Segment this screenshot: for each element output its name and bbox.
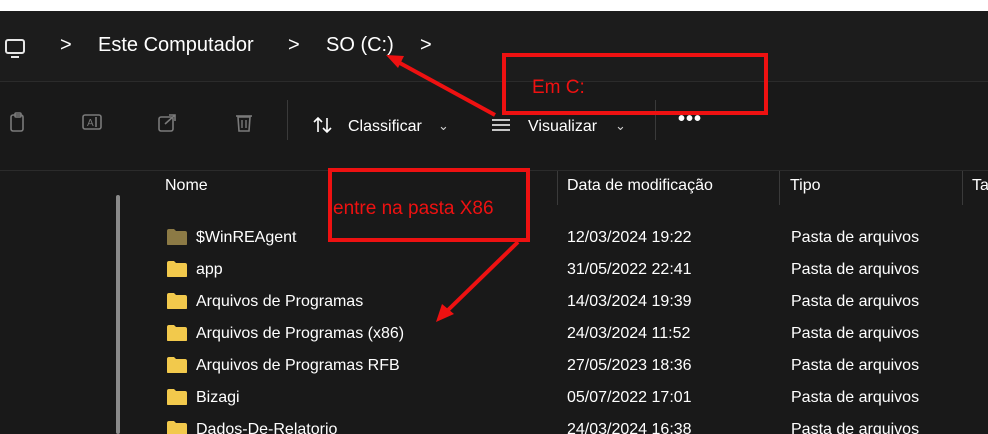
folder-icon xyxy=(167,421,187,434)
folder-icon xyxy=(167,293,187,309)
view-icon[interactable] xyxy=(490,116,512,134)
file-modified-date: 31/05/2022 22:41 xyxy=(567,261,692,278)
folder-icon xyxy=(167,389,187,405)
sort-icon[interactable] xyxy=(312,114,334,136)
file-type: Pasta de arquivos xyxy=(791,261,920,278)
file-modified-date: 05/07/2022 17:01 xyxy=(567,389,692,406)
file-modified-date: 12/03/2024 19:22 xyxy=(567,229,692,246)
sort-button[interactable]: Classificar xyxy=(348,118,422,136)
file-modified-date: 14/03/2024 19:39 xyxy=(567,293,692,310)
folder-icon xyxy=(167,357,187,373)
delete-icon[interactable] xyxy=(232,110,256,134)
address-bar[interactable]: > Este Computador > SO (C:) > xyxy=(0,11,988,81)
file-row[interactable]: Arquivos de Programas 14/03/2024 19:39 Pas… xyxy=(160,286,988,318)
command-bar: A Classificar ⌄ Visualizar ⌄ ••• xyxy=(0,82,988,171)
breadcrumb-chevron-icon[interactable]: > xyxy=(60,34,72,57)
file-name[interactable]: Arquivos de Programas (x86) xyxy=(196,325,404,343)
column-divider[interactable] xyxy=(557,171,558,205)
file-modified-date: 27/05/2023 18:36 xyxy=(567,357,692,374)
file-row[interactable]: Dados-De-Relatorio 24/03/2024 16:38 Pasta … xyxy=(160,414,988,434)
annotation-text-em-c: Em C: xyxy=(532,77,585,98)
file-type: Pasta de arquivos xyxy=(791,421,920,434)
rename-icon[interactable]: A xyxy=(80,110,104,134)
folder-icon xyxy=(167,325,187,341)
toolbar-divider xyxy=(287,100,288,140)
file-row[interactable]: Arquivos de Programas (x86) 24/03/2024 11… xyxy=(160,318,988,350)
file-modified-date: 24/03/2024 11:52 xyxy=(567,325,691,342)
file-row[interactable]: app 31/05/2022 22:41 Pasta de arquivos xyxy=(160,254,988,286)
breadcrumb-chevron-icon[interactable]: > xyxy=(420,34,432,57)
file-modified-date: 24/03/2024 16:38 xyxy=(567,421,692,434)
file-explorer-window: > Este Computador > SO (C:) > A Classifi… xyxy=(0,0,988,434)
column-header-size[interactable]: Ta xyxy=(972,177,988,195)
file-name[interactable]: Arquivos de Programas xyxy=(196,293,363,311)
folder-icon xyxy=(167,261,187,277)
column-header-modified[interactable]: Data de modificação xyxy=(567,177,713,195)
file-name[interactable]: Arquivos de Programas RFB xyxy=(196,357,400,375)
folder-icon xyxy=(167,229,187,245)
annotation-text-x86: entre na pasta X86 xyxy=(333,198,494,219)
view-button[interactable]: Visualizar xyxy=(528,118,597,136)
file-type: Pasta de arquivos xyxy=(791,389,920,406)
computer-icon xyxy=(5,39,25,58)
nav-scrollbar[interactable] xyxy=(116,195,120,434)
file-name[interactable]: Dados-De-Relatorio xyxy=(196,421,337,434)
file-row[interactable]: Bizagi 05/07/2022 17:01 Pasta de arquivos xyxy=(160,382,988,414)
chevron-down-icon[interactable]: ⌄ xyxy=(438,118,449,134)
file-type: Pasta de arquivos xyxy=(791,229,920,246)
column-divider[interactable] xyxy=(779,171,780,205)
breadcrumb-chevron-icon[interactable]: > xyxy=(288,34,300,57)
share-icon[interactable] xyxy=(156,110,180,134)
file-name[interactable]: app xyxy=(196,261,223,279)
navigation-pane xyxy=(0,171,128,434)
file-type: Pasta de arquivos xyxy=(791,293,920,310)
breadcrumb-so-c[interactable]: SO (C:) xyxy=(326,34,394,57)
column-header-type[interactable]: Tipo xyxy=(790,177,821,195)
file-type: Pasta de arquivos xyxy=(791,357,920,374)
file-name[interactable]: Bizagi xyxy=(196,389,240,407)
file-type: Pasta de arquivos xyxy=(791,325,920,342)
column-header-name[interactable]: Nome xyxy=(165,177,208,195)
paste-icon[interactable] xyxy=(6,110,30,134)
svg-text:A: A xyxy=(87,118,94,129)
file-row[interactable]: $WinREAgent 12/03/2024 19:22 Pasta de arqu… xyxy=(160,222,988,254)
file-name[interactable]: $WinREAgent xyxy=(196,229,297,247)
column-divider[interactable] xyxy=(962,171,963,205)
file-row[interactable]: Arquivos de Programas RFB 27/05/2023 18:3… xyxy=(160,350,988,382)
breadcrumb-este-computador[interactable]: Este Computador xyxy=(98,34,254,57)
chevron-down-icon[interactable]: ⌄ xyxy=(615,118,626,134)
